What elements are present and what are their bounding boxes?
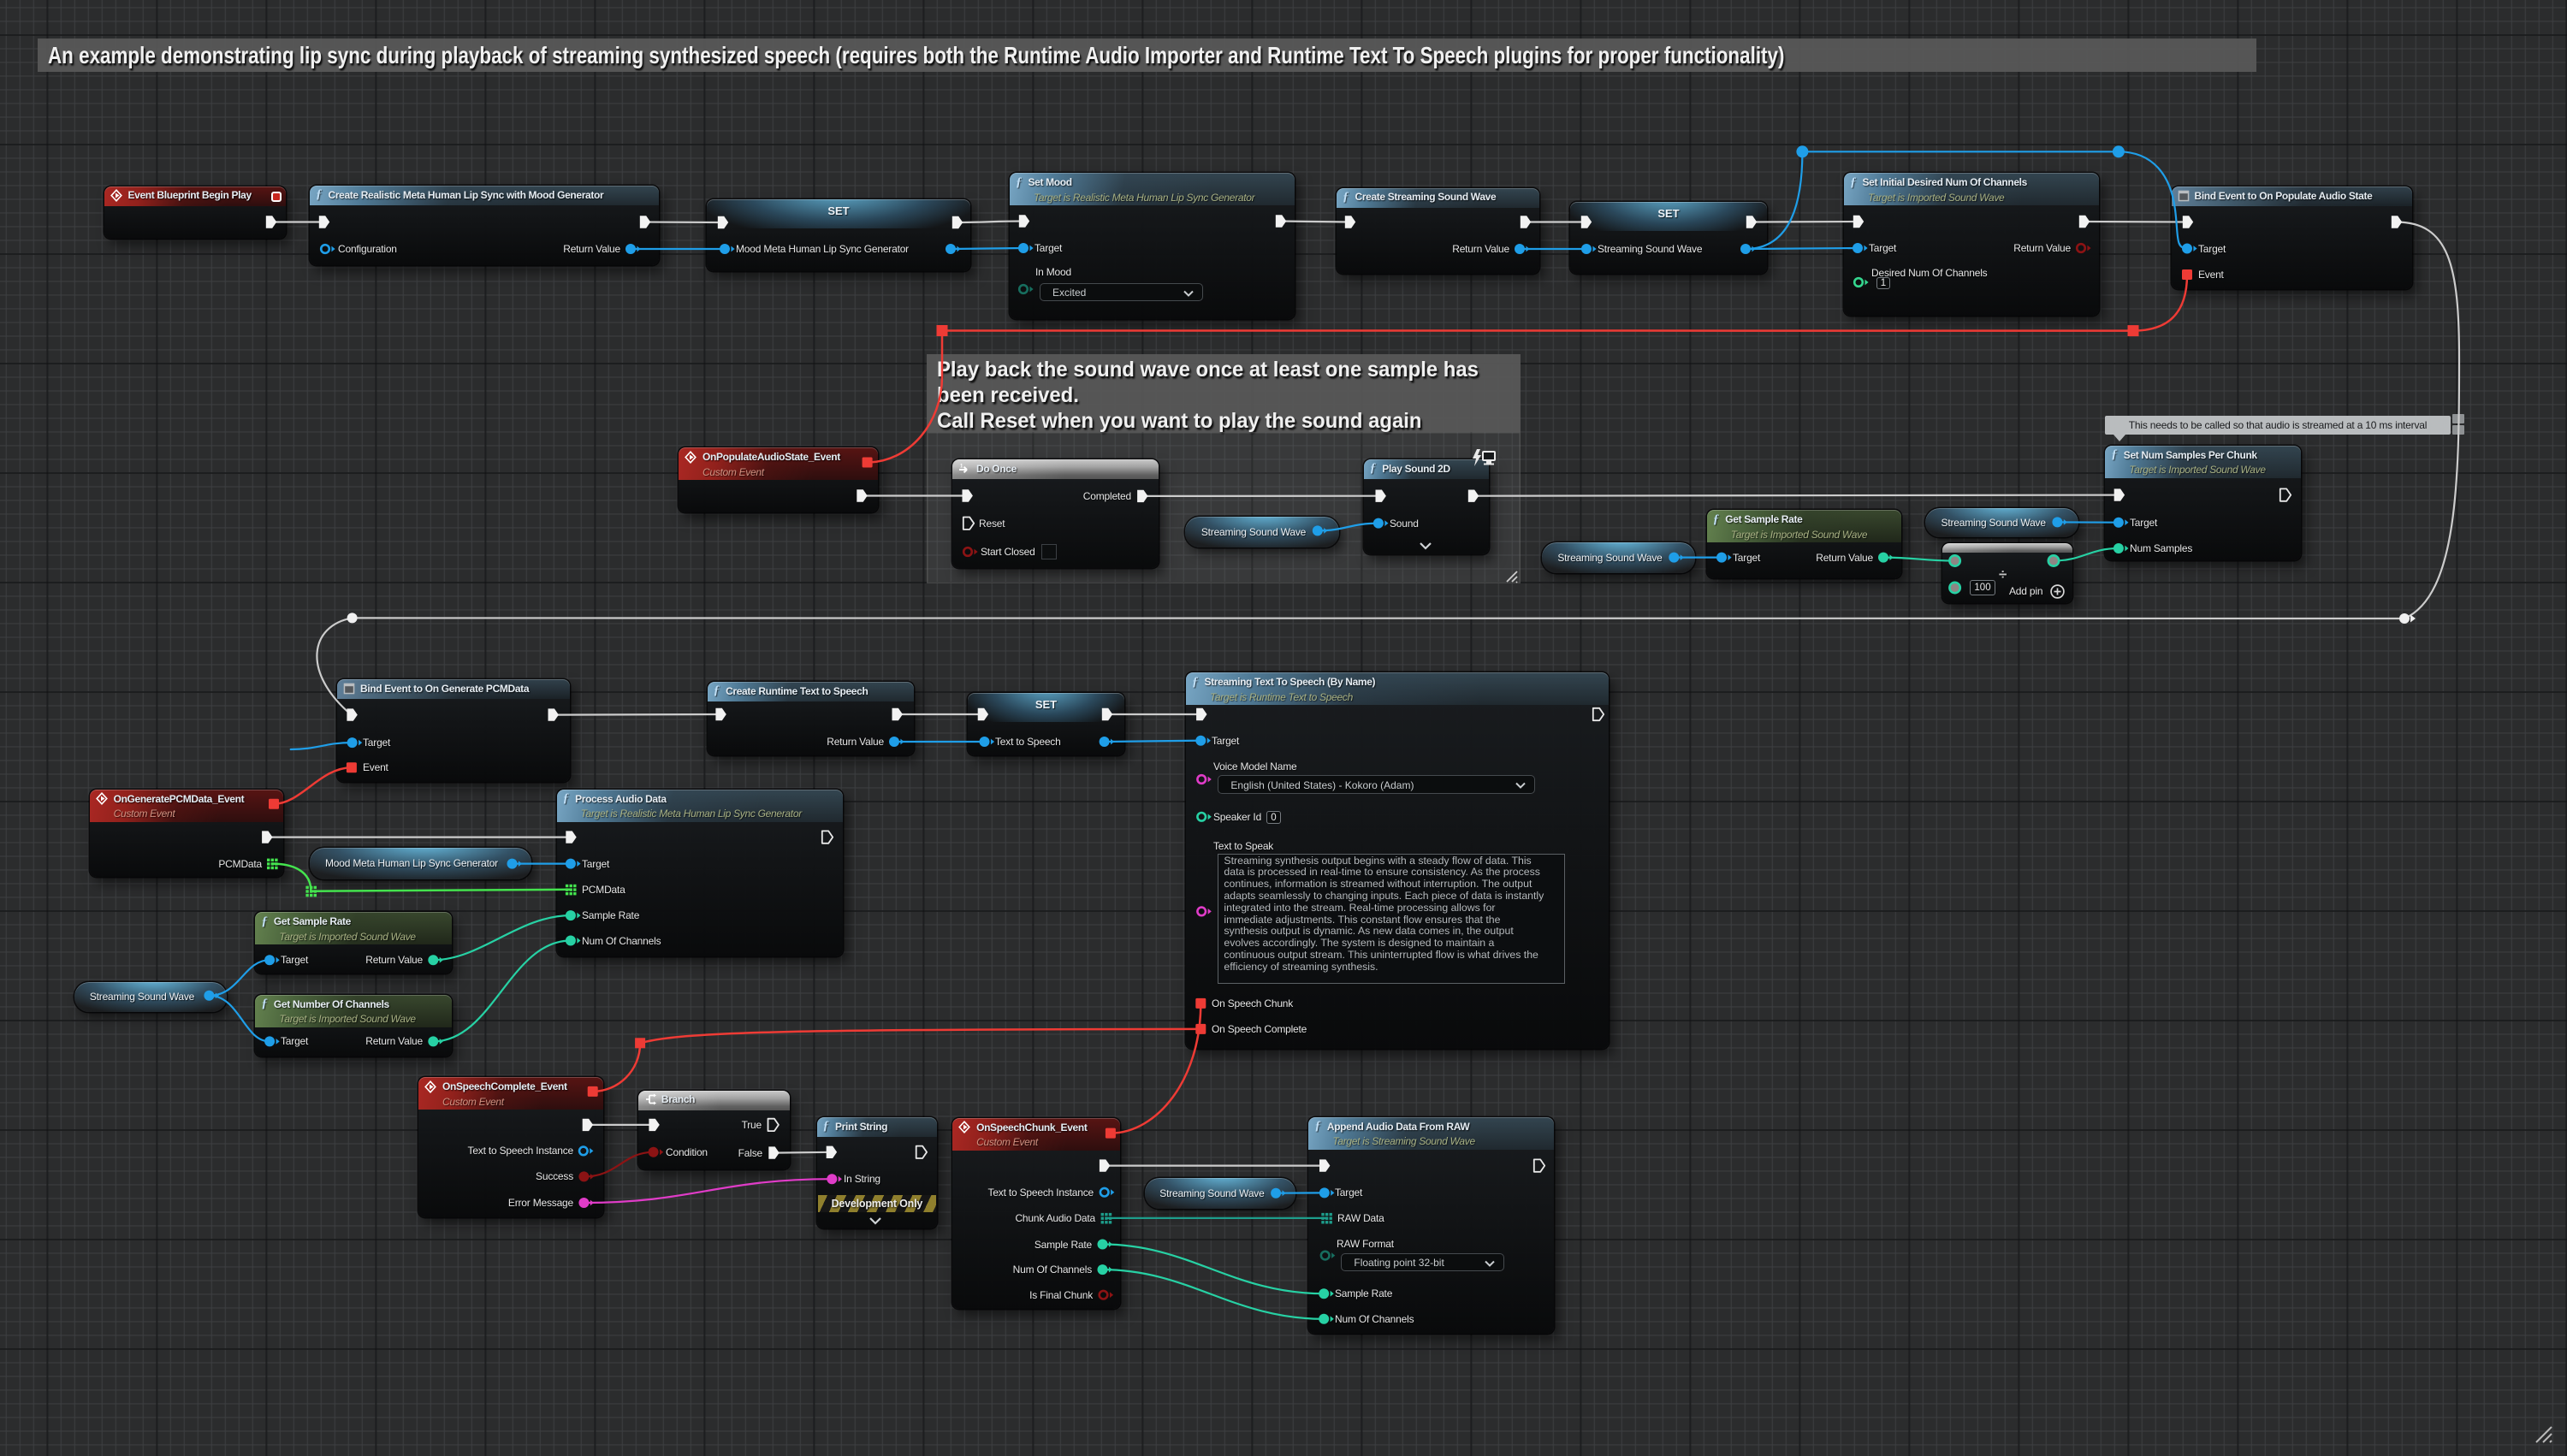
svg-text:1: 1 xyxy=(960,464,963,469)
